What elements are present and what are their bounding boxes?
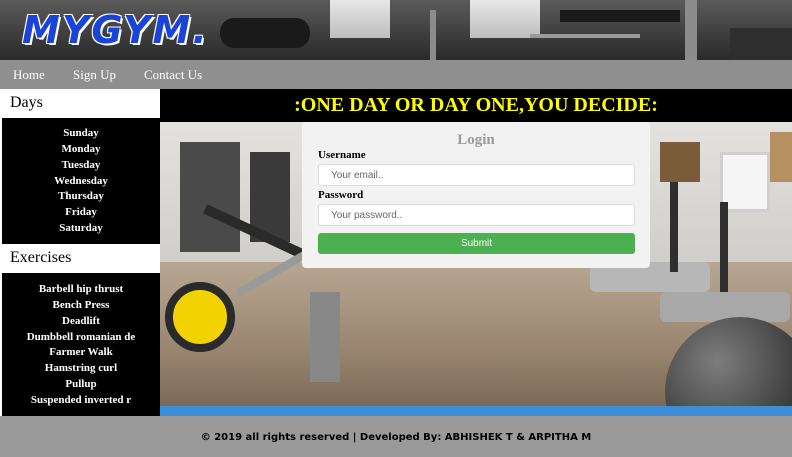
- wall-poster-image: [770, 132, 792, 182]
- weight-bench-image: [560, 10, 680, 22]
- username-label: Username: [318, 149, 366, 161]
- day-item-saturday[interactable]: Saturday: [2, 222, 160, 234]
- elliptical-handle-image: [720, 202, 728, 292]
- accent-strip: [160, 406, 792, 416]
- password-field[interactable]: [318, 204, 635, 226]
- spin-bike-post-image: [310, 292, 340, 382]
- exercise-item[interactable]: Pullup: [2, 378, 160, 390]
- spin-bike-image: [165, 282, 235, 352]
- exercise-item[interactable]: Dumbbell romanian de: [2, 331, 160, 343]
- gym-equipment-image: [180, 142, 240, 252]
- day-item-monday[interactable]: Monday: [2, 143, 160, 155]
- equipment-post-image: [430, 10, 436, 60]
- banner-window: [330, 0, 390, 38]
- days-heading: Days: [2, 89, 160, 118]
- nav-home-link[interactable]: Home: [13, 67, 45, 83]
- barbell-image: [530, 34, 640, 38]
- exercise-item[interactable]: Farmer Walk: [2, 346, 160, 358]
- day-item-friday[interactable]: Friday: [2, 206, 160, 218]
- site-logo[interactable]: MYGYM.: [22, 10, 209, 50]
- password-label: Password: [318, 189, 364, 201]
- nav-contact-link[interactable]: Contact Us: [144, 67, 202, 83]
- machine-image: [730, 28, 792, 60]
- elliptical-handle-image: [670, 182, 678, 272]
- day-item-thursday[interactable]: Thursday: [2, 190, 160, 202]
- footer: © 2019 all rights reserved | Developed B…: [0, 416, 792, 457]
- exercise-item[interactable]: Barbell hip thrust: [2, 283, 160, 295]
- motto-banner: :ONE DAY OR DAY ONE,YOU DECIDE:: [160, 89, 792, 122]
- dumbbell-rack-image: [220, 18, 310, 48]
- exercise-item[interactable]: Hamstring curl: [2, 362, 160, 374]
- username-field[interactable]: [318, 164, 635, 186]
- login-title: Login: [457, 132, 495, 148]
- wall-poster-image: [660, 142, 700, 182]
- day-item-wednesday[interactable]: Wednesday: [2, 175, 160, 187]
- day-item-tuesday[interactable]: Tuesday: [2, 159, 160, 171]
- submit-button[interactable]: Submit: [318, 233, 635, 254]
- equipment-post-image: [685, 0, 697, 60]
- exercise-item[interactable]: Bench Press: [2, 299, 160, 311]
- exercise-item[interactable]: Deadlift: [2, 315, 160, 327]
- exercise-item[interactable]: Suspended inverted r: [2, 394, 160, 406]
- top-nav: Home Sign Up Contact Us: [0, 60, 792, 89]
- login-panel: Login Username Password Submit: [302, 122, 650, 268]
- exercises-heading: Exercises: [2, 244, 160, 273]
- day-item-sunday[interactable]: Sunday: [2, 127, 160, 139]
- nav-signup-link[interactable]: Sign Up: [73, 67, 116, 83]
- banner-window: [470, 0, 540, 38]
- sidebar: Days Sunday Monday Tuesday Wednesday Thu…: [2, 89, 160, 416]
- header-banner: MYGYM.: [0, 0, 792, 60]
